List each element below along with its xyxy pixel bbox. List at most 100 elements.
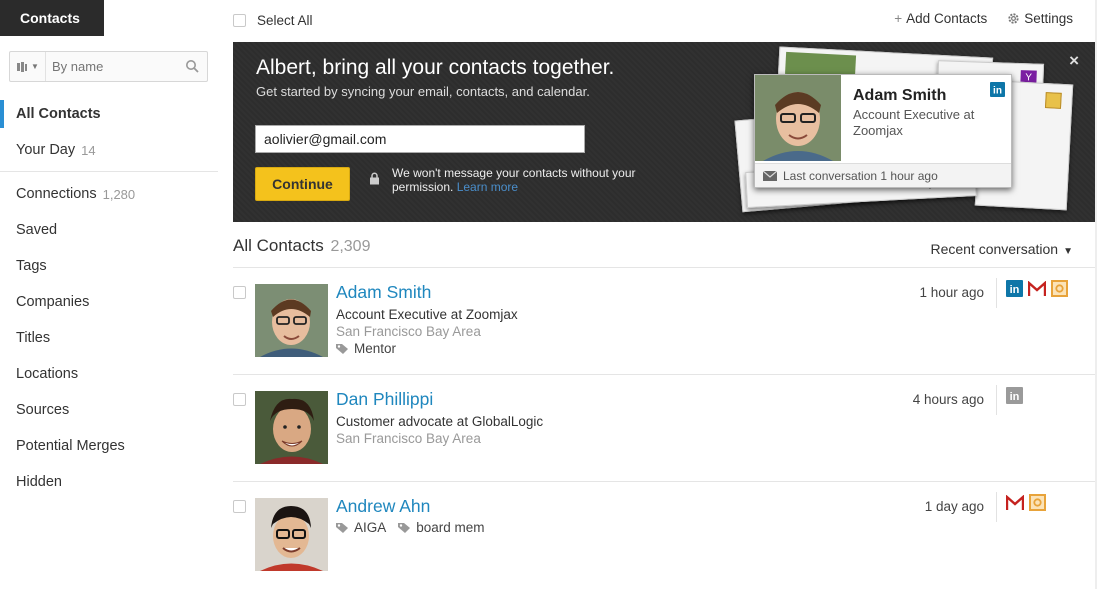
sidebar-item-sources[interactable]: Sources — [0, 392, 218, 428]
source-filter-dropdown[interactable]: ▼ — [10, 52, 46, 81]
search-input[interactable] — [46, 59, 166, 74]
learn-more-link[interactable]: Learn more — [457, 180, 518, 194]
svg-text:in: in — [1010, 284, 1020, 296]
settings-label: Settings — [1024, 11, 1073, 26]
sidebar-item-connections[interactable]: Connections 1,280 — [0, 176, 218, 212]
list-title-text: All Contacts — [233, 236, 324, 255]
sidebar-item-companies[interactable]: Companies — [0, 284, 218, 320]
sidebar-item-hidden[interactable]: Hidden — [0, 464, 218, 500]
sidebar-item-tags[interactable]: Tags — [0, 248, 218, 284]
contact-card-preview: Adam Smith Account Executive at Zoomjax … — [754, 74, 1012, 188]
contact-name[interactable]: Adam Smith — [336, 282, 431, 303]
linkedin-icon: in — [1006, 280, 1023, 297]
settings-button[interactable]: Settings — [1007, 11, 1073, 26]
lock-icon — [370, 172, 379, 185]
gmail-icon — [1028, 280, 1046, 296]
select-all-checkbox[interactable] — [233, 14, 246, 27]
contact-row[interactable]: Dan Phillippi Customer advocate at Globa… — [233, 375, 1095, 482]
tag[interactable]: AIGA — [336, 520, 386, 535]
source-icons: in — [1006, 387, 1023, 404]
card-name: Adam Smith — [853, 87, 947, 104]
gear-icon — [1008, 13, 1019, 24]
contact-location: San Francisco Bay Area — [336, 431, 481, 446]
address-book-icon — [1044, 92, 1062, 109]
sidebar-nav: All Contacts Your Day 14 Connections 1,280… — [0, 96, 218, 500]
select-all[interactable]: Select All — [233, 13, 313, 28]
linkedin-icon: in — [1006, 387, 1023, 404]
divider — [0, 171, 218, 172]
chevron-down-icon: ▼ — [1063, 246, 1073, 257]
plus-icon: + — [894, 11, 903, 26]
sidebar-item-count: 1,280 — [102, 186, 136, 202]
search-box[interactable]: ▼ — [9, 51, 208, 82]
sidebar-item-potential-merges[interactable]: Potential Merges — [0, 428, 218, 464]
tag[interactable]: Mentor — [336, 341, 396, 356]
sidebar-item-label: Connections — [16, 186, 97, 202]
gmail-icon — [1006, 494, 1024, 510]
sidebar: Contacts ▼ All Contacts Your Day 14 Conne… — [0, 0, 218, 589]
contact-row[interactable]: Adam Smith Account Executive at Zoomjax … — [233, 268, 1095, 375]
contact-location: San Francisco Bay Area — [336, 324, 481, 339]
banner-subheading: Get started by syncing your email, conta… — [256, 84, 590, 99]
contact-time: 1 hour ago — [919, 285, 984, 300]
sidebar-item-all-contacts[interactable]: All Contacts — [0, 96, 218, 132]
contact-row[interactable]: Andrew Ahn AIGA board mem 1 day ago — [233, 482, 1095, 589]
contact-title: Account Executive at Zoomjax — [336, 307, 518, 322]
avatar[interactable] — [255, 498, 328, 571]
privacy-text: permission. — [392, 180, 454, 194]
avatar[interactable] — [255, 391, 328, 464]
outlook-icon — [1051, 280, 1068, 297]
contact-time: 4 hours ago — [912, 392, 984, 407]
last-conversation: Last conversation 1 hour ago — [755, 163, 1011, 187]
envelope-icon — [763, 170, 777, 181]
banner-heading: Albert, bring all your contacts together… — [256, 56, 615, 79]
sidebar-item-titles[interactable]: Titles — [0, 320, 218, 356]
sidebar-item-label: All Contacts — [16, 106, 101, 122]
row-checkbox[interactable] — [233, 393, 246, 406]
list-header: All Contacts 2,309 Recent conversation ▼ — [233, 230, 1095, 268]
contact-time: 1 day ago — [924, 499, 984, 514]
tag[interactable]: board mem — [398, 520, 485, 535]
contact-tags: AIGA board mem — [336, 520, 485, 535]
tag-icon — [336, 522, 348, 533]
chevron-down-icon: ▼ — [31, 62, 39, 71]
privacy-text: We won't message your contacts without y… — [392, 166, 636, 180]
list-count: 2,309 — [330, 238, 371, 255]
divider — [996, 385, 997, 415]
select-all-label: Select All — [257, 13, 313, 28]
search-icon[interactable] — [185, 59, 199, 73]
continue-button[interactable]: Continue — [255, 167, 350, 201]
sort-dropdown[interactable]: Recent conversation ▼ — [930, 241, 1073, 257]
tag-label: Mentor — [354, 341, 397, 356]
sidebar-item-label: Titles — [16, 330, 51, 346]
contact-name[interactable]: Dan Phillippi — [336, 389, 433, 410]
sidebar-item-saved[interactable]: Saved — [0, 212, 218, 248]
linkedin-icon: in — [990, 82, 1005, 97]
sidebar-item-label: Companies — [16, 294, 90, 310]
tag-label: board mem — [416, 520, 485, 535]
tag-icon — [398, 522, 411, 533]
contact-card-stack: Y M 3 days ago Adam Smith — [726, 46, 1076, 217]
toolbar: Select All + Add Contacts Settings — [233, 0, 1095, 42]
sidebar-item-your-day[interactable]: Your Day 14 — [0, 132, 218, 168]
sidebar-item-label: Hidden — [16, 474, 62, 490]
privacy-note: We won't message your contacts without y… — [369, 166, 636, 194]
svg-text:in: in — [1010, 391, 1020, 403]
top-actions: + Add Contacts Settings — [894, 11, 1073, 26]
avatar[interactable] — [255, 284, 328, 357]
email-field[interactable] — [255, 125, 585, 153]
row-checkbox[interactable] — [233, 500, 246, 513]
card-title: Account Executive at Zoomjax — [853, 107, 975, 138]
contacts-grid-icon — [17, 61, 28, 72]
row-checkbox[interactable] — [233, 286, 246, 299]
contact-name[interactable]: Andrew Ahn — [336, 496, 430, 517]
sort-label: Recent conversation — [930, 241, 1059, 257]
sidebar-item-label: Tags — [16, 258, 47, 274]
tag-icon — [336, 343, 348, 354]
sidebar-item-locations[interactable]: Locations — [0, 356, 218, 392]
sidebar-item-label: Locations — [16, 366, 79, 382]
sidebar-item-label: Your Day — [16, 142, 76, 158]
app-title[interactable]: Contacts — [0, 0, 104, 36]
add-contacts-button[interactable]: + Add Contacts — [894, 11, 987, 26]
main-content: Select All + Add Contacts Settings Albert… — [233, 0, 1095, 589]
